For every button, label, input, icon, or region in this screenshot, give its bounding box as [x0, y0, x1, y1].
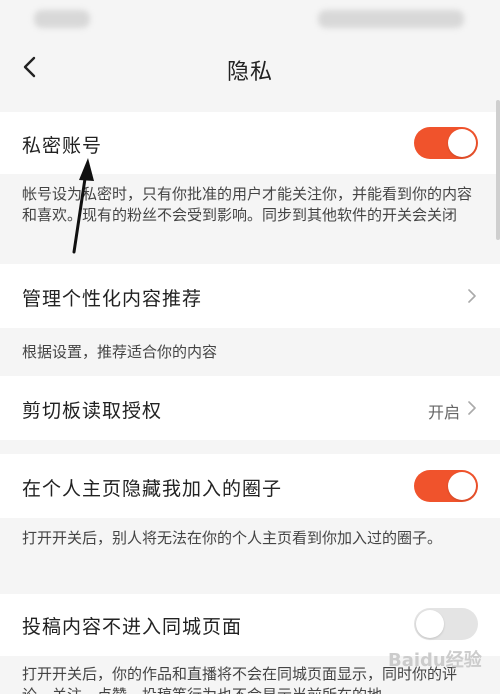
personalized-desc-block: 根据设置，推荐适合你的内容 [0, 328, 500, 374]
local-page-label: 投稿内容不进入同城页面 [22, 616, 243, 638]
hide-circles-description: 打开开关后，别人将无法在你的个人主页看到你加入过的圈子。 [22, 529, 443, 547]
toggle-knob [448, 129, 476, 157]
status-bar [0, 0, 500, 38]
personalized-content-row[interactable]: 管理个性化内容推荐 [0, 264, 500, 328]
status-bar-indicators-blur [318, 10, 464, 28]
private-account-description: 帐号设为私密时，只有你批准的用户才能关注你，并能看到你的内容和喜欢。现有的粉丝不… [22, 185, 473, 224]
private-account-toggle[interactable] [414, 127, 478, 159]
chevron-right-icon [468, 289, 476, 303]
hide-circles-desc-block: 打开开关后，别人将无法在你的个人主页看到你加入过的圈子。 [0, 518, 500, 594]
status-bar-time-blur [34, 10, 90, 28]
private-account-desc-block: 帐号设为私密时，只有你批准的用户才能关注你，并能看到你的内容和喜欢。现有的粉丝不… [0, 174, 500, 264]
clipboard-permission-value: 开启 [427, 403, 460, 422]
personalized-content-description: 根据设置，推荐适合你的内容 [22, 343, 218, 361]
hide-circles-row: 在个人主页隐藏我加入的圈子 [0, 454, 500, 518]
toggle-knob [416, 610, 444, 638]
private-account-label: 私密账号 [22, 135, 103, 157]
scrollbar[interactable] [496, 100, 500, 240]
hide-circles-label: 在个人主页隐藏我加入的圈子 [22, 478, 283, 500]
clipboard-permission-label: 剪切板读取授权 [22, 400, 163, 422]
hide-circles-toggle[interactable] [414, 470, 478, 502]
clipboard-permission-row[interactable]: 剪切板读取授权 开启 [0, 376, 500, 440]
private-account-row: 私密账号 [0, 112, 500, 174]
chevron-right-icon [468, 401, 476, 415]
local-page-toggle[interactable] [414, 608, 478, 640]
personalized-content-label: 管理个性化内容推荐 [22, 288, 203, 310]
navigation-bar: 隐私 [0, 38, 500, 100]
toggle-knob [448, 472, 476, 500]
watermark: Baidu经验 [388, 650, 482, 671]
page-title: 隐私 [226, 60, 273, 85]
